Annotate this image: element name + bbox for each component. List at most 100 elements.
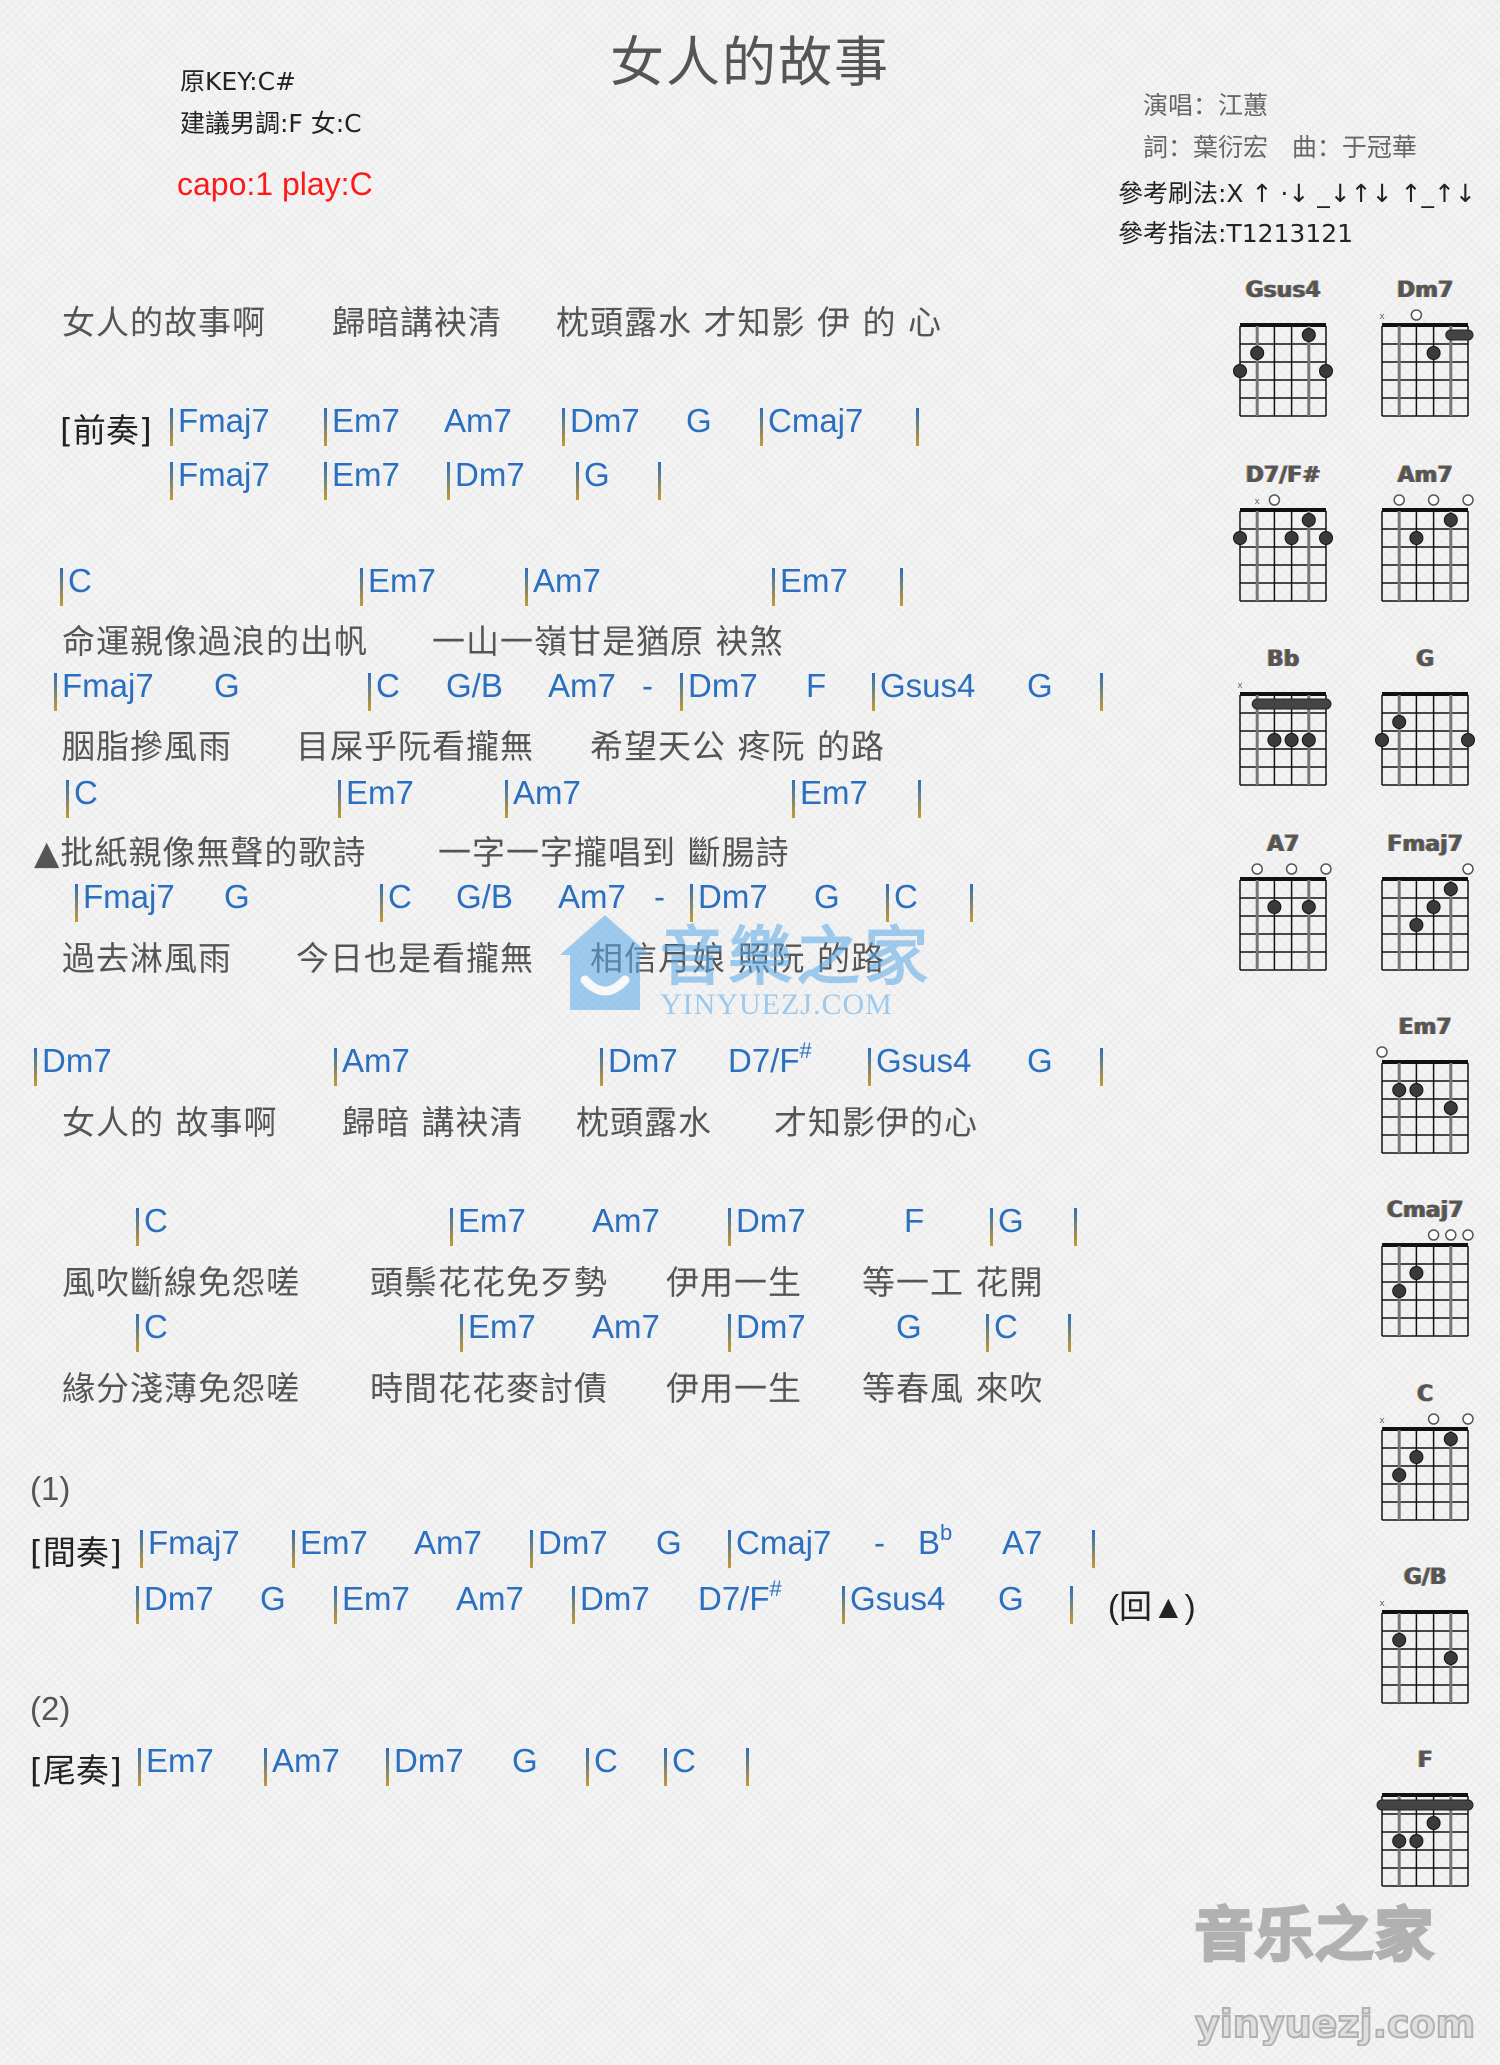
open-string-icon — [1462, 494, 1474, 506]
chord-diagram-name: Gsus4 — [1245, 278, 1321, 303]
open-string-icon — [1462, 1413, 1474, 1425]
chord: C — [74, 774, 98, 811]
fretboard-grid — [1375, 692, 1475, 786]
open-string-icon — [1285, 863, 1298, 875]
muted-string-icon: x — [1379, 1416, 1385, 1426]
chord: Em7 — [368, 562, 436, 599]
finger-dot-icon — [1319, 531, 1333, 545]
finger-dot-icon — [1250, 346, 1265, 360]
chord: G — [656, 1524, 682, 1561]
chord-diagram-em7: Em7 — [1370, 1015, 1480, 1161]
chorus-lyric-c: 枕頭露水 — [576, 1103, 712, 1142]
verse-lyric-2c: 希望天公 疼阮 的路 — [590, 727, 885, 766]
bar-line — [360, 568, 363, 606]
open-string-icon — [1427, 494, 1440, 506]
chord: Fmaj7 — [178, 456, 270, 493]
bridge-lyric-2a: 緣分淺薄免怨嗟 — [62, 1369, 300, 1408]
finger-dot-icon — [1375, 733, 1389, 747]
chord-diagram-bb: Bb x — [1228, 647, 1338, 793]
chord-diagram-name: Cmaj7 — [1386, 1198, 1464, 1223]
intro-lyric-1: 女人的故事啊 — [62, 303, 266, 342]
chord: Fmaj7 — [62, 667, 154, 704]
chord: Gsus4 — [876, 1042, 972, 1079]
open-string-icon — [1410, 309, 1423, 321]
fretboard-grid — [1239, 863, 1332, 971]
chord: C — [68, 562, 92, 599]
bar-line — [505, 780, 508, 818]
bar-line — [1100, 1048, 1103, 1086]
finger-dot-icon — [1284, 531, 1299, 545]
bridge-lyric-1d: 等一工 花開 — [862, 1263, 1044, 1302]
chord-diagram-dm7: Dm7 x — [1370, 278, 1480, 424]
writer-credit: 詞：葉衍宏 曲：于冠華 — [1143, 133, 1417, 162]
chord: Dm7 — [736, 1202, 806, 1239]
chord: A7 — [1002, 1524, 1043, 1561]
chord-diagram-cmaj7: Cmaj7 — [1370, 1198, 1480, 1344]
fretboard-grid — [1381, 863, 1474, 971]
open-string-icon — [1268, 494, 1281, 506]
finger-dot-icon — [1301, 328, 1316, 342]
bar-line — [66, 780, 69, 818]
finger-dot-icon — [1233, 364, 1247, 378]
finger-dot-icon — [1426, 1816, 1441, 1830]
chord-diagram-am7: Am7 — [1370, 463, 1480, 609]
barre-icon — [1251, 698, 1332, 710]
finger-dot-icon — [1392, 1284, 1407, 1298]
bar-line — [600, 1048, 603, 1086]
chord: G — [1027, 1042, 1053, 1079]
chord: Fmaj7 — [178, 402, 270, 439]
chord-diagram-gsus4: Gsus4 — [1228, 278, 1338, 424]
finger-dot-icon — [1233, 531, 1247, 545]
bar-line — [562, 408, 565, 446]
chord: Em7 — [458, 1202, 526, 1239]
finger-dot-icon — [1392, 1633, 1407, 1647]
chord-diagram-name: G/B — [1403, 1565, 1447, 1590]
chord: Am7 — [456, 1580, 524, 1617]
finger-dot-icon — [1443, 1432, 1458, 1446]
chord: Dm7 — [570, 402, 640, 439]
chord-accidental: b — [940, 1520, 953, 1545]
strum-pattern: 參考刷法:X ↑ ·↓ _↓↑↓ ↑_↑↓ — [1118, 179, 1476, 208]
bridge-lyric-2d: 等春風 來吹 — [862, 1369, 1044, 1408]
capo-info: capo:1 play:C — [177, 166, 373, 202]
chord: G/B — [446, 667, 503, 704]
repeat-instruction: (回▲) — [1108, 1588, 1196, 1625]
open-string-icon — [1251, 863, 1263, 875]
bar-line — [324, 408, 327, 446]
finger-dot-icon — [1443, 882, 1458, 896]
bar-line — [680, 673, 683, 711]
chord: F — [904, 1202, 925, 1239]
chord: Am7 — [592, 1202, 660, 1239]
chord: G — [686, 402, 712, 439]
chord: G/B — [456, 878, 513, 915]
chord: - — [874, 1524, 885, 1561]
bar-line — [338, 780, 341, 818]
fretboard-grid: x — [1379, 1413, 1474, 1521]
chord: Gsus4 — [850, 1580, 946, 1617]
chord-diagram-name: C — [1416, 1382, 1434, 1407]
chord: Cmaj7 — [736, 1524, 832, 1561]
bridge-lyric-1a: 風吹斷線免怨嗟 — [62, 1263, 300, 1302]
bar-line — [368, 673, 371, 711]
chord-root: D7/F — [728, 1042, 800, 1079]
chord: Am7 — [592, 1308, 660, 1345]
singer-credit: 演唱：江蕙 — [1143, 91, 1269, 120]
bar-line — [380, 884, 383, 922]
chord: Dm7 — [608, 1042, 678, 1079]
bar-line — [572, 1586, 575, 1624]
chord-diagram-name: G — [1415, 647, 1435, 672]
bar-line — [576, 462, 579, 500]
chorus-lyric-a: 女人的 故事啊 — [62, 1103, 278, 1142]
chord: C — [388, 878, 412, 915]
bar-line — [728, 1530, 731, 1568]
chord-root: B — [918, 1524, 941, 1561]
chord-accidental: # — [769, 1576, 782, 1601]
chord-diagram-c: Cx — [1370, 1382, 1480, 1528]
chord: Fmaj7 — [83, 878, 175, 915]
finger-dot-icon — [1392, 1834, 1407, 1848]
verse-lyric-1a: 命運親像過浪的出帆 — [62, 622, 368, 661]
finger-dot-icon — [1443, 1651, 1458, 1665]
chord: Am7 — [414, 1524, 482, 1561]
bar-line — [136, 1586, 139, 1624]
bar-line — [60, 568, 63, 606]
